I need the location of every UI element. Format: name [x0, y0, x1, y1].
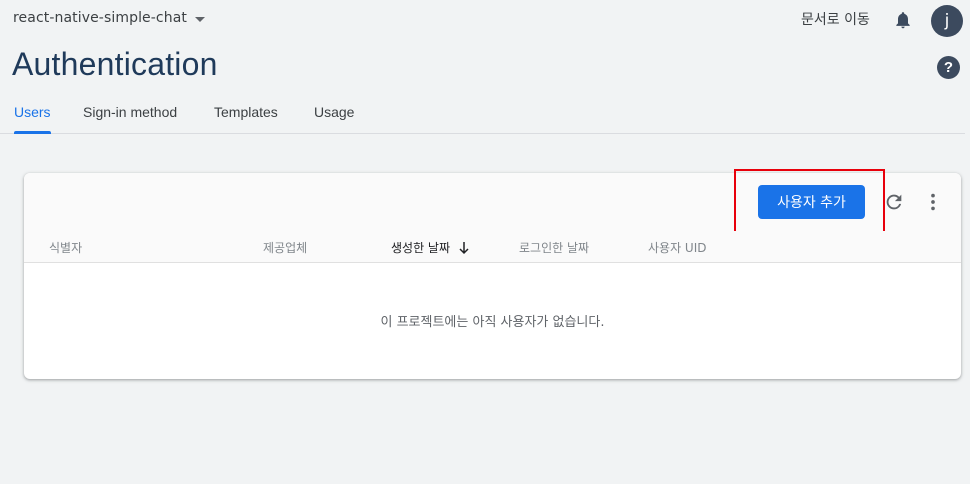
- chevron-down-icon: [194, 16, 205, 22]
- add-user-button[interactable]: 사용자 추가: [758, 185, 865, 219]
- column-created[interactable]: 생성한 날짜: [391, 239, 470, 256]
- avatar[interactable]: j: [931, 5, 963, 37]
- help-icon[interactable]: ?: [937, 56, 960, 79]
- docs-link[interactable]: 문서로 이동: [801, 9, 870, 29]
- arrow-down-icon: [459, 241, 469, 254]
- project-selector[interactable]: react-native-simple-chat: [13, 10, 205, 26]
- empty-state-message: 이 프로젝트에는 아직 사용자가 없습니다.: [380, 315, 605, 330]
- more-vert-icon[interactable]: [922, 191, 944, 213]
- column-created-label: 생성한 날짜: [391, 241, 451, 255]
- table-header: 식별자 제공업체 생성한 날짜 로그인한 날짜 사용자 UID: [24, 231, 961, 263]
- page-title: Authentication: [12, 46, 218, 82]
- tab-users[interactable]: Users: [14, 104, 51, 120]
- users-card: 사용자 추가 식별자 제공업체 생성한 날짜 로그인한 날짜 사용자 UID 이…: [24, 169, 961, 379]
- column-signed-in[interactable]: 로그인한 날짜: [519, 239, 589, 256]
- bell-icon[interactable]: [893, 10, 913, 30]
- column-user-uid[interactable]: 사용자 UID: [648, 239, 707, 256]
- refresh-icon[interactable]: [883, 191, 905, 213]
- card-toolbar: 사용자 추가: [24, 169, 961, 237]
- tab-templates[interactable]: Templates: [214, 104, 278, 120]
- active-tab-indicator: [14, 131, 51, 134]
- tab-sign-in-method[interactable]: Sign-in method: [83, 104, 177, 120]
- column-provider[interactable]: 제공업체: [263, 239, 307, 256]
- column-identifier[interactable]: 식별자: [49, 239, 82, 256]
- tab-bar: Users Sign-in method Templates Usage: [0, 100, 965, 134]
- top-bar: react-native-simple-chat 문서로 이동 j: [0, 0, 970, 42]
- tab-usage[interactable]: Usage: [314, 104, 354, 120]
- project-name: react-native-simple-chat: [13, 10, 187, 26]
